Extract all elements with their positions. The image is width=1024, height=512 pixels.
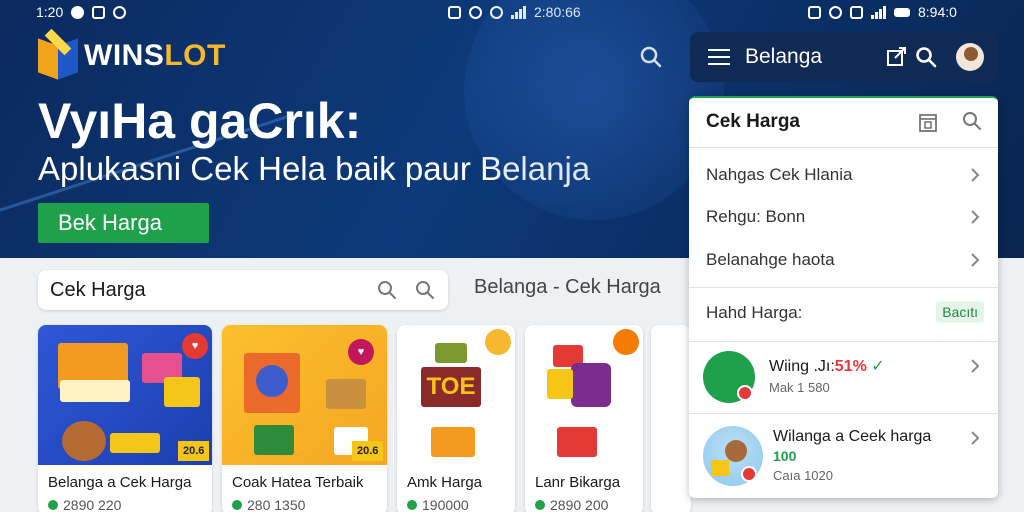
row-label: Hahd Harga: xyxy=(706,303,803,322)
product-label: TOE xyxy=(421,367,481,407)
sim-icon xyxy=(448,5,461,19)
clock-mid: 2:80:66 xyxy=(534,4,581,20)
favorite-badge-icon[interactable]: ♥ xyxy=(182,333,208,359)
cek-harga-button[interactable]: Bek Harga xyxy=(38,203,209,243)
product-name: Coak Hatea Terbaik xyxy=(232,474,364,491)
product-card[interactable]: Lanr Bikarga 2890 200 xyxy=(525,325,643,512)
price-dot-icon xyxy=(535,500,545,510)
avatar[interactable] xyxy=(956,43,984,71)
cek-harga-panel: Cek Harga Nahgas Cek Hlania Rehgu: Bonn … xyxy=(689,96,998,498)
app-icon xyxy=(71,5,85,19)
chevron-right-icon xyxy=(970,209,980,230)
star-badge-icon[interactable] xyxy=(485,329,511,355)
product-price: 2890 200 xyxy=(535,497,608,512)
hero-title: VyıHa gaCrık: xyxy=(38,93,362,149)
favorite-badge-icon[interactable]: ♥ xyxy=(348,339,374,365)
chevron-right-icon xyxy=(970,167,980,188)
calendar-icon[interactable] xyxy=(917,111,939,138)
product-image: 20.6 ♥ xyxy=(222,325,387,465)
product-name: Lanr Bikarga xyxy=(535,474,621,491)
item-subtitle: Caıa 1020 xyxy=(773,468,833,483)
app-bar-title: Belanga xyxy=(745,45,823,68)
product-card[interactable]: TOE Amk Harga 190000 xyxy=(397,325,515,512)
row-label: Rehgu: Bonn xyxy=(706,207,806,226)
favorite-badge-icon[interactable] xyxy=(613,329,639,355)
signal-icon xyxy=(871,5,886,19)
price-tag: 20.6 xyxy=(178,441,210,461)
item-highlight: 100 xyxy=(773,448,797,464)
product-name: Amk Harga xyxy=(407,474,483,491)
item-thumbnail xyxy=(703,426,763,486)
item-subtitle: Mak 1 580 xyxy=(769,380,830,395)
status-bar: 1:20 2:80:66 8:94:0 xyxy=(0,0,1024,24)
product-price: 2890 220 xyxy=(48,497,121,512)
status-badge[interactable]: Bacıtı xyxy=(936,301,984,323)
wifi-icon xyxy=(490,5,503,19)
panel-title: Cek Harga xyxy=(706,111,800,132)
search-icon[interactable] xyxy=(961,110,983,137)
row-label: Nahgas Cek Hlania xyxy=(706,165,853,184)
clock-right: 8:94:0 xyxy=(918,4,957,20)
product-name: Belanga a Cek Harga xyxy=(48,474,192,491)
product-card[interactable] xyxy=(651,325,691,512)
search-icon[interactable] xyxy=(914,45,938,74)
panel-row[interactable]: Belanahge haota xyxy=(689,239,998,282)
brand-logo[interactable]: WINSLOT xyxy=(38,28,226,80)
product-card[interactable]: 20.6 ♥ Belanga a Cek Harga 2890 220 xyxy=(38,325,212,512)
battery-icon xyxy=(894,7,910,17)
send-icon xyxy=(113,5,127,19)
product-image: 20.6 ♥ xyxy=(38,325,212,465)
item-thumbnail xyxy=(703,351,755,403)
hero-subtitle: Aplukasni Cek Hela baik paur Belanja xyxy=(38,150,591,187)
product-image xyxy=(525,325,643,465)
item-title: Wilanga a Ceek harga xyxy=(773,428,932,445)
price-dot-icon xyxy=(232,500,242,510)
panel-row[interactable]: Rehgu: Bonn xyxy=(689,196,998,239)
price-tag: 20.6 xyxy=(352,441,384,461)
clock-left: 1:20 xyxy=(36,4,64,20)
product-price: 190000 xyxy=(407,497,469,512)
app-bar: Belanga xyxy=(690,32,998,82)
alarm-icon xyxy=(829,5,842,19)
chevron-right-icon xyxy=(970,252,980,273)
price-dot-icon xyxy=(48,500,58,510)
notification-icon xyxy=(92,5,106,19)
menu-icon[interactable] xyxy=(708,49,730,65)
product-card[interactable]: 20.6 ♥ Coak Hatea Terbaik 280 1350 xyxy=(222,325,387,512)
chevron-right-icon xyxy=(970,358,980,379)
share-icon[interactable] xyxy=(886,45,908,72)
panel-header: Cek Harga xyxy=(689,98,998,148)
list-item[interactable]: Wilanga a Ceek harga 100 Caıa 1020 xyxy=(689,413,998,498)
sim-icon xyxy=(808,5,821,19)
signal-icon xyxy=(511,5,526,19)
product-image: TOE xyxy=(397,325,515,465)
cube-logo-icon xyxy=(38,28,78,80)
product-price: 280 1350 xyxy=(232,497,305,512)
search-icon[interactable] xyxy=(414,279,436,307)
list-item[interactable]: Wiing .Jı:51% ✓ Mak 1 580 xyxy=(689,341,998,413)
item-title: Wiing .Jı:51% ✓ xyxy=(769,358,885,375)
search-icon[interactable] xyxy=(638,44,664,70)
search-input[interactable]: Cek Harga xyxy=(38,270,448,310)
breadcrumb[interactable]: Belanga - Cek Harga xyxy=(474,276,661,299)
brand-name: WINSLOT xyxy=(84,39,226,72)
filter-row[interactable]: Hahd Harga: Bacıtı xyxy=(689,287,998,341)
price-dot-icon xyxy=(407,500,417,510)
chevron-right-icon xyxy=(970,430,980,451)
nfc-icon xyxy=(850,5,863,19)
panel-row[interactable]: Nahgas Cek Hlania xyxy=(689,154,998,197)
search-value: Cek Harga xyxy=(50,278,146,301)
alarm-icon xyxy=(469,5,482,19)
search-icon[interactable] xyxy=(376,279,398,307)
row-label: Belanahge haota xyxy=(706,250,835,269)
